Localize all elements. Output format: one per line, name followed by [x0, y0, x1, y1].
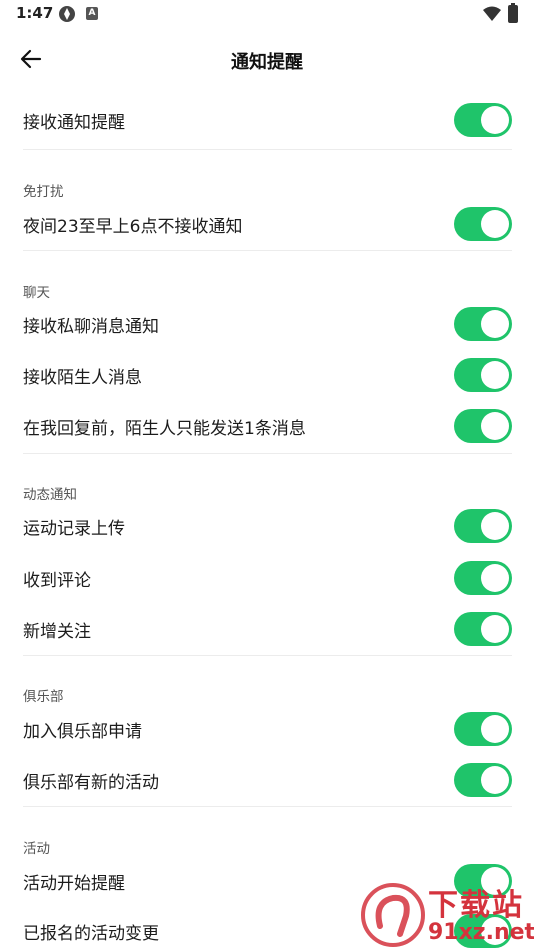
- setting-label: 活动开始提醒: [23, 874, 125, 894]
- status-time: 1:47: [16, 4, 54, 22]
- comment-toggle[interactable]: [454, 561, 512, 595]
- status-bar: 1:47 A: [0, 0, 534, 30]
- setting-club-activity: 俱乐部有新的活动: [0, 755, 534, 805]
- section-header-feed: 动态通知: [23, 487, 77, 503]
- private-message-toggle[interactable]: [454, 307, 512, 341]
- watermark-logo-icon: [361, 883, 425, 947]
- watermark: 下载站 91xz.net: [360, 880, 534, 950]
- divider: [23, 250, 512, 251]
- setting-label: 新增关注: [23, 622, 91, 642]
- watermark-url: 91xz.net: [428, 920, 534, 945]
- setting-private-message: 接收私聊消息通知: [0, 299, 534, 349]
- stranger-limit-toggle[interactable]: [454, 409, 512, 443]
- setting-receive-notifications: 接收通知提醒: [0, 95, 534, 145]
- app-bar: 通知提醒: [0, 36, 534, 82]
- divider: [23, 149, 512, 150]
- new-follow-toggle[interactable]: [454, 612, 512, 646]
- club-join-toggle[interactable]: [454, 712, 512, 746]
- divider: [23, 655, 512, 656]
- club-activity-toggle[interactable]: [454, 763, 512, 797]
- setting-label: 接收私聊消息通知: [23, 317, 159, 337]
- setting-label: 运动记录上传: [23, 519, 125, 539]
- setting-stranger-message: 接收陌生人消息: [0, 350, 534, 400]
- watermark-text: 下载站: [428, 888, 524, 923]
- setting-comment: 收到评论: [0, 553, 534, 603]
- receive-notifications-toggle[interactable]: [454, 103, 512, 137]
- sync-icon: [59, 6, 75, 22]
- wifi-icon: [483, 6, 501, 21]
- section-header-club: 俱乐部: [23, 689, 64, 705]
- page-title: 通知提醒: [231, 52, 303, 73]
- setting-label: 俱乐部有新的活动: [23, 773, 159, 793]
- setting-night-dnd: 夜间23至早上6点不接收通知: [0, 199, 534, 249]
- setting-stranger-limit: 在我回复前，陌生人只能发送1条消息: [0, 401, 534, 451]
- setting-label: 已报名的活动变更: [23, 924, 159, 944]
- battery-icon: [508, 3, 518, 23]
- setting-label: 接收通知提醒: [23, 113, 125, 133]
- setting-label: 在我回复前，陌生人只能发送1条消息: [23, 419, 306, 439]
- section-header-chat: 聊天: [23, 285, 50, 301]
- section-header-activity: 活动: [23, 841, 50, 857]
- setting-new-follow: 新增关注: [0, 604, 534, 654]
- setting-sport-upload: 运动记录上传: [0, 501, 534, 551]
- section-header-dnd: 免打扰: [23, 184, 64, 200]
- setting-label: 收到评论: [23, 571, 91, 591]
- setting-label: 夜间23至早上6点不接收通知: [23, 217, 243, 237]
- night-dnd-toggle[interactable]: [454, 207, 512, 241]
- stranger-message-toggle[interactable]: [454, 358, 512, 392]
- divider: [23, 453, 512, 454]
- app-badge-icon: A: [86, 7, 98, 20]
- setting-label: 接收陌生人消息: [23, 368, 142, 388]
- divider: [23, 806, 512, 807]
- setting-club-join: 加入俱乐部申请: [0, 704, 534, 754]
- sport-upload-toggle[interactable]: [454, 509, 512, 543]
- setting-label: 加入俱乐部申请: [23, 722, 142, 742]
